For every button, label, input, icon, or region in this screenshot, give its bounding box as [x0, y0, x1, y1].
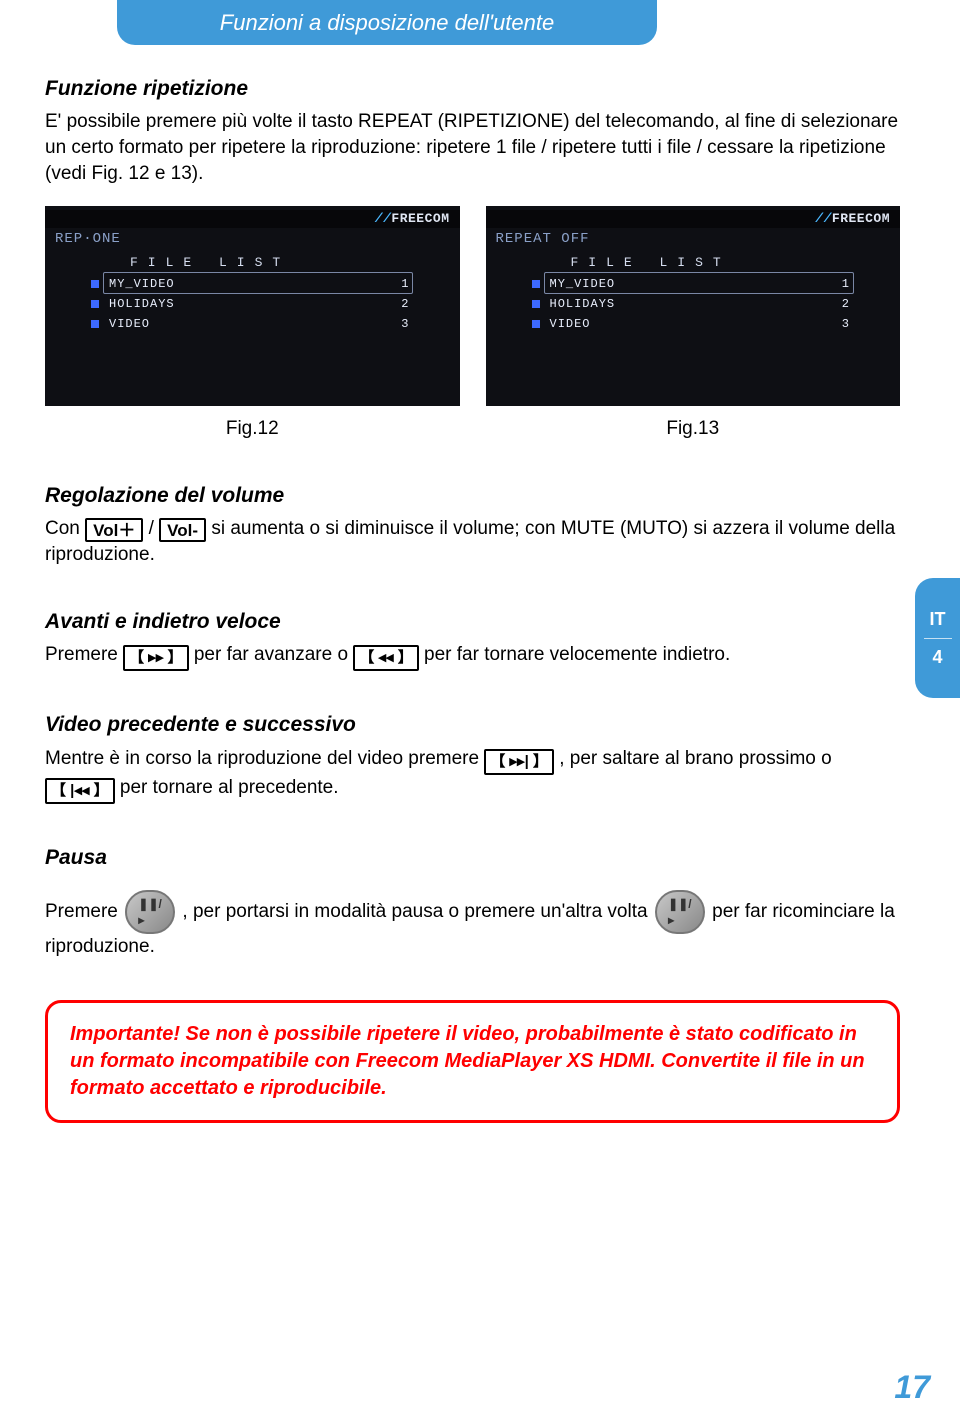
file-row: VIDEO 3 [532, 314, 861, 334]
heading-pause: Pausa [45, 844, 900, 872]
logo-accent: // [815, 211, 832, 226]
chapter-header-tab: Funzioni a disposizione dell'utente [117, 0, 657, 45]
repeat-mode-label: REPEAT OFF [496, 230, 590, 249]
figure-caption-12: Fig.12 [45, 416, 460, 442]
section-volume: Regolazione del volume Con Vol＋ / Vol- s… [45, 482, 900, 568]
button-rewind-icon: 【 ◂◂ 】 [353, 645, 418, 671]
freecom-logo: //FREECOM [815, 210, 890, 228]
file-row: HOLIDAYS 2 [91, 294, 420, 314]
heading-fastforward: Avanti e indietro veloce [45, 608, 900, 636]
figure-caption-13: Fig.13 [486, 416, 901, 442]
repeat-mode-label: REP·ONE [55, 230, 121, 249]
file-num: 1 [842, 276, 860, 292]
file-num: 1 [401, 276, 419, 292]
file-name: VIDEO [109, 316, 401, 332]
logo-text: FREECOM [391, 211, 449, 226]
file-num: 2 [401, 296, 419, 312]
important-title: Importante! [70, 1023, 180, 1045]
file-num: 3 [401, 316, 419, 332]
important-note-box: Importante! Se non è possibile ripetere … [45, 1000, 900, 1123]
button-vol-plus: Vol＋ [85, 518, 143, 542]
side-tab-chapter: 4 [932, 645, 942, 669]
file-icon [532, 300, 540, 308]
figure-13-screenshot: //FREECOM REPEAT OFF FILE LIST MY_VIDEO … [486, 206, 901, 406]
side-tab-divider [924, 638, 952, 639]
text: per far avanzare o [194, 644, 353, 665]
button-vol-minus: Vol- [159, 518, 206, 542]
pause-play-glyph: ❚❚/▸ [138, 896, 161, 928]
file-name: MY_VIDEO [550, 276, 842, 292]
file-row: MY_VIDEO 1 [532, 274, 861, 294]
heading-volume: Regolazione del volume [45, 482, 900, 510]
logo-text: FREECOM [832, 211, 890, 226]
file-icon [532, 320, 540, 328]
side-tab: IT 4 [915, 578, 960, 698]
file-row: VIDEO 3 [91, 314, 420, 334]
text: , per saltare al brano prossimo o [559, 748, 831, 769]
pause-play-glyph: ❚❚/▸ [668, 896, 691, 928]
logo-accent: // [375, 211, 392, 226]
file-icon [91, 300, 99, 308]
section-repeat: Funzione ripetizione E' possibile premer… [45, 75, 900, 442]
heading-skip: Video precedente e successivo [45, 711, 900, 739]
file-icon [91, 320, 99, 328]
file-name: HOLIDAYS [550, 296, 842, 312]
freecom-logo: //FREECOM [375, 210, 450, 228]
page-number: 17 [894, 1366, 930, 1409]
section-pause: Pausa Premere ❚❚/▸ , per portarsi in mod… [45, 844, 900, 960]
button-pause-play-icon: ❚❚/▸ [655, 890, 705, 934]
figure-12-screenshot: //FREECOM REP·ONE FILE LIST MY_VIDEO 1 H… [45, 206, 460, 406]
text: per far tornare velocemente indietro. [424, 644, 730, 665]
text: Mentre è in corso la riproduzione del vi… [45, 748, 484, 769]
body-pause: Premere ❚❚/▸ , per portarsi in modalità … [45, 890, 900, 960]
text: per tornare al precedente. [120, 777, 339, 798]
body-fastforward: Premere 【 ▸▸ 】 per far avanzare o 【 ◂◂ 】… [45, 642, 900, 671]
side-tab-lang: IT [930, 607, 946, 631]
text: , per portarsi in modalità pausa o preme… [182, 901, 652, 922]
text: Con [45, 518, 85, 539]
section-fastforward: Avanti e indietro veloce Premere 【 ▸▸ 】 … [45, 608, 900, 671]
body-volume: Con Vol＋ / Vol- si aumenta o si diminuis… [45, 516, 900, 568]
file-list-header: FILE LIST [130, 254, 290, 272]
button-fastforward-icon: 【 ▸▸ 】 [123, 645, 188, 671]
file-list-header: FILE LIST [571, 254, 731, 272]
text: Premere [45, 644, 123, 665]
file-row: MY_VIDEO 1 [91, 274, 420, 294]
chapter-header-title: Funzioni a disposizione dell'utente [220, 8, 554, 38]
file-name: MY_VIDEO [109, 276, 401, 292]
body-skip: Mentre è in corso la riproduzione del vi… [45, 746, 900, 804]
file-row: HOLIDAYS 2 [532, 294, 861, 314]
file-num: 3 [842, 316, 860, 332]
button-prev-track-icon: 【 |◂◂ 】 [45, 778, 115, 804]
text: / [149, 518, 160, 539]
important-body: Se non è possibile ripetere il video, pr… [70, 1023, 865, 1099]
button-pause-play-icon: ❚❚/▸ [125, 890, 175, 934]
heading-repeat: Funzione ripetizione [45, 75, 900, 103]
file-name: VIDEO [550, 316, 842, 332]
section-skip: Video precedente e successivo Mentre è i… [45, 711, 900, 803]
file-icon [91, 280, 99, 288]
file-name: HOLIDAYS [109, 296, 401, 312]
file-icon [532, 280, 540, 288]
body-repeat: E' possibile premere più volte il tasto … [45, 109, 900, 186]
text: Premere [45, 901, 123, 922]
file-num: 2 [842, 296, 860, 312]
button-next-track-icon: 【 ▸▸| 】 [484, 749, 554, 775]
